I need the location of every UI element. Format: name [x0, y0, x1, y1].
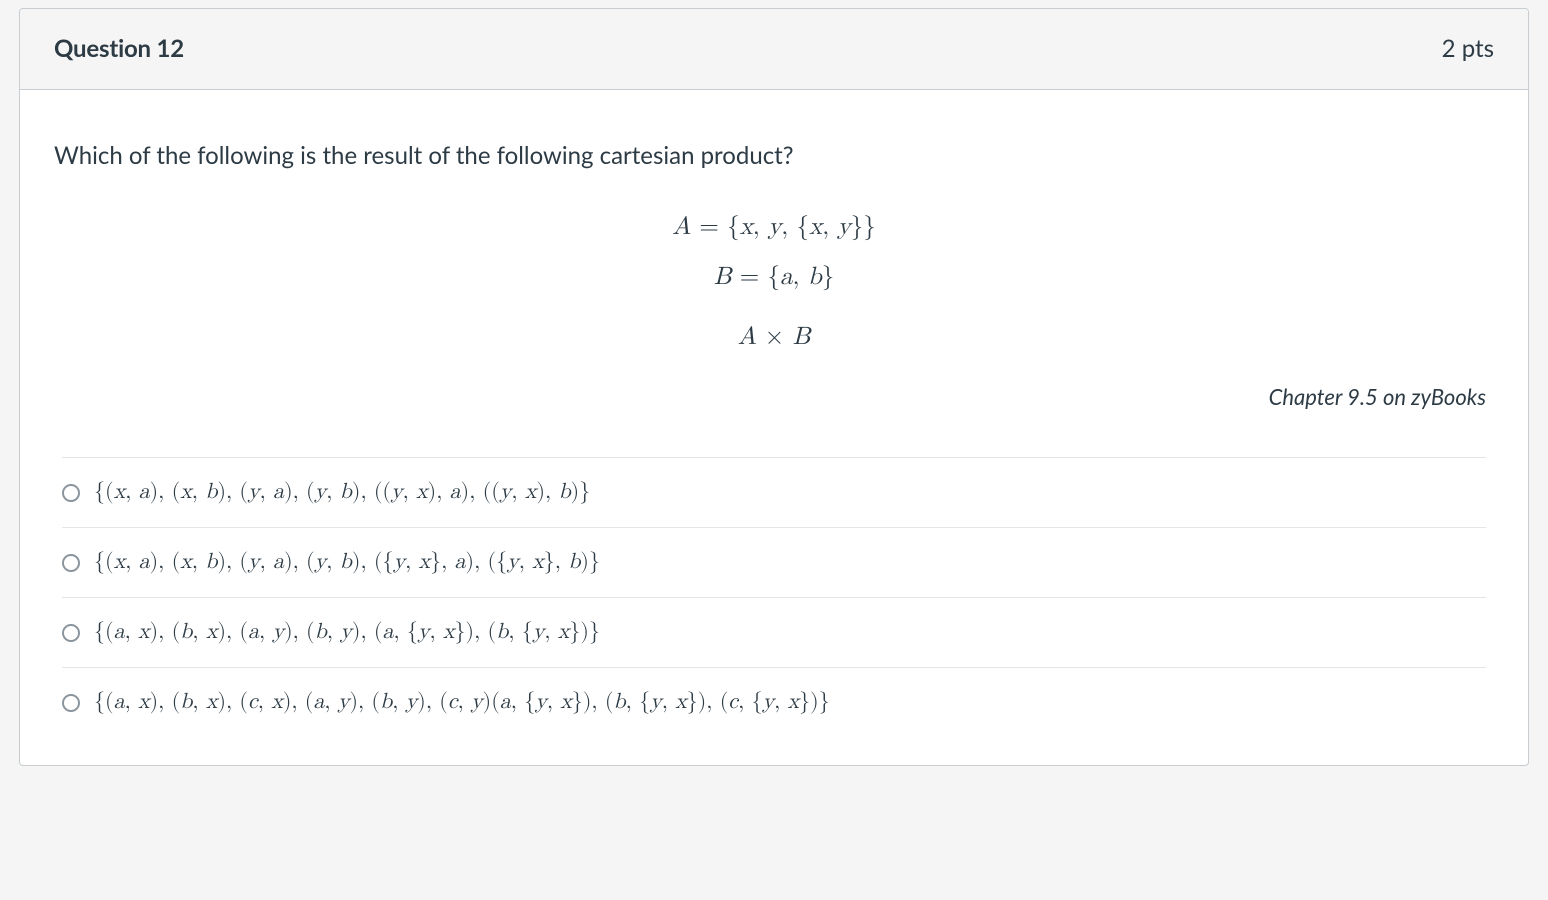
option-text: {(x, a), (x, b), (y, a), (y, b), ({y, x}…: [94, 546, 600, 579]
radio-icon[interactable]: [62, 484, 80, 502]
option-2[interactable]: {(x, a), (x, b), (y, a), (y, b), ({y, x}…: [62, 527, 1486, 597]
reference-note: Chapter 9.5 on zyBooks: [54, 380, 1486, 413]
question-title: Question 12: [54, 31, 184, 67]
option-1[interactable]: {(x, a), (x, b), (y, a), (y, b), ((y, x)…: [62, 457, 1486, 527]
radio-icon[interactable]: [62, 554, 80, 572]
cartesian-op: A × B: [54, 312, 1494, 362]
question-header: Question 12 2 pts: [20, 9, 1528, 90]
option-text: {(a, x), (b, x), (c, x), (a, y), (b, y),…: [94, 686, 830, 719]
radio-icon[interactable]: [62, 694, 80, 712]
set-A: A = {x, y, {x, y}}: [54, 202, 1494, 252]
question-points: 2 pts: [1442, 31, 1494, 67]
question-prompt: Which of the following is the result of …: [54, 138, 1494, 174]
set-B: B = {a, b}: [54, 252, 1494, 302]
option-text: {(x, a), (x, b), (y, a), (y, b), ((y, x)…: [94, 476, 590, 509]
question-body: Which of the following is the result of …: [20, 90, 1528, 765]
math-definition-block: A = {x, y, {x, y}} B = {a, b} A × B: [54, 202, 1494, 362]
answer-options: {(x, a), (x, b), (y, a), (y, b), ((y, x)…: [54, 457, 1494, 737]
option-3[interactable]: {(a, x), (b, x), (a, y), (b, y), (a, {y,…: [62, 597, 1486, 667]
radio-icon[interactable]: [62, 624, 80, 642]
option-4[interactable]: {(a, x), (b, x), (c, x), (a, y), (b, y),…: [62, 667, 1486, 737]
question-card: Question 12 2 pts Which of the following…: [19, 8, 1529, 766]
option-text: {(a, x), (b, x), (a, y), (b, y), (a, {y,…: [94, 616, 600, 649]
